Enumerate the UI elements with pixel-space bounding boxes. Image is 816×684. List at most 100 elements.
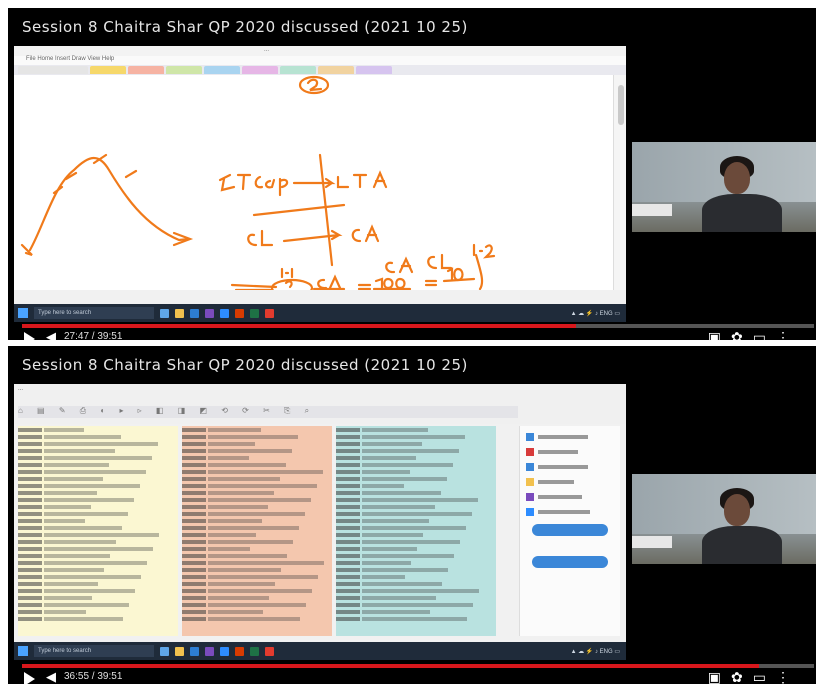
right-controls[interactable]: ▣✿▭⋮ xyxy=(708,329,800,340)
sheet-row[interactable] xyxy=(18,581,178,587)
powerpoint-icon[interactable] xyxy=(235,308,244,318)
edge-icon[interactable] xyxy=(190,308,199,318)
sheet-row[interactable] xyxy=(182,539,332,545)
app-icon[interactable] xyxy=(265,308,274,318)
section-tab[interactable] xyxy=(280,66,316,74)
sheet-row[interactable] xyxy=(336,518,496,524)
sheet-row[interactable] xyxy=(182,511,332,517)
sheet-row[interactable] xyxy=(182,434,332,440)
volume-icon[interactable]: ◀ xyxy=(46,329,56,340)
sheet-row[interactable] xyxy=(18,553,178,559)
progress-bar[interactable] xyxy=(22,324,814,328)
sheet-row[interactable] xyxy=(336,581,496,587)
sheet-row[interactable] xyxy=(18,441,178,447)
settings-icon[interactable]: ✿ xyxy=(731,329,753,340)
sheet-row[interactable] xyxy=(336,595,496,601)
sheet-row[interactable] xyxy=(182,602,332,608)
sheet-row[interactable] xyxy=(18,616,178,622)
sheet-row[interactable] xyxy=(18,448,178,454)
sheet-row[interactable] xyxy=(336,539,496,545)
sheet-row[interactable] xyxy=(336,602,496,608)
sheet-row[interactable] xyxy=(182,532,332,538)
sheet-row[interactable] xyxy=(182,567,332,573)
onenote-icon[interactable] xyxy=(205,646,214,656)
section-tab[interactable] xyxy=(242,66,278,74)
handwriting-canvas[interactable] xyxy=(14,75,614,290)
sheet-row[interactable] xyxy=(182,581,332,587)
sheet-row[interactable] xyxy=(182,441,332,447)
sheet-row[interactable] xyxy=(182,469,332,475)
sheet-row[interactable] xyxy=(182,560,332,566)
sheet-row[interactable] xyxy=(182,462,332,468)
file-explorer-icon[interactable] xyxy=(175,646,184,656)
taskview-icon[interactable] xyxy=(160,308,169,318)
app-icon[interactable] xyxy=(265,646,274,656)
taskbar-search[interactable]: Type here to search xyxy=(34,645,154,657)
zoom-icon[interactable] xyxy=(220,308,229,318)
sheet-row[interactable] xyxy=(336,497,496,503)
sheet-row[interactable] xyxy=(336,441,496,447)
sheet-row[interactable] xyxy=(182,427,332,433)
sheet-row[interactable] xyxy=(18,497,178,503)
sheet-row[interactable] xyxy=(18,469,178,475)
settings-icon[interactable]: ✿ xyxy=(731,669,753,684)
sheet-row[interactable] xyxy=(336,553,496,559)
windows-start-icon[interactable] xyxy=(18,308,28,318)
sheet-row[interactable] xyxy=(18,483,178,489)
sheet-row[interactable] xyxy=(336,469,496,475)
sheet-row[interactable] xyxy=(182,609,332,615)
section-tab[interactable] xyxy=(318,66,354,74)
sheet-row[interactable] xyxy=(336,609,496,615)
video-frame-1[interactable]: Session 8 Chaitra Shar QP 2020 discussed… xyxy=(8,8,816,340)
sheet-row[interactable] xyxy=(182,448,332,454)
sheet-row[interactable] xyxy=(18,427,178,433)
sheet-row[interactable] xyxy=(18,455,178,461)
scrollbar-thumb[interactable] xyxy=(618,85,624,125)
powerpoint-icon[interactable] xyxy=(235,646,244,656)
sheet-row[interactable] xyxy=(18,574,178,580)
sheet-row[interactable] xyxy=(336,476,496,482)
sheet-row[interactable] xyxy=(336,483,496,489)
sheet-row[interactable] xyxy=(18,518,178,524)
section-tab[interactable] xyxy=(128,66,164,74)
onenote-icon[interactable] xyxy=(205,308,214,318)
sheet-row[interactable] xyxy=(336,427,496,433)
taskbar-search[interactable]: Type here to search xyxy=(34,307,154,319)
sheet-row[interactable] xyxy=(18,602,178,608)
sheet-row[interactable] xyxy=(336,546,496,552)
sheet-row[interactable] xyxy=(336,490,496,496)
sheet-row[interactable] xyxy=(18,476,178,482)
sheet-row[interactable] xyxy=(336,462,496,468)
sheet-row[interactable] xyxy=(336,532,496,538)
sheet-row[interactable] xyxy=(336,504,496,510)
sheet-row[interactable] xyxy=(336,434,496,440)
sheet-row[interactable] xyxy=(18,567,178,573)
sheet-row[interactable] xyxy=(18,609,178,615)
sheet-row[interactable] xyxy=(336,616,496,622)
sheet-row[interactable] xyxy=(336,560,496,566)
progress-bar[interactable] xyxy=(22,664,814,668)
sheet-row[interactable] xyxy=(182,497,332,503)
fullscreen-icon[interactable]: ⋮ xyxy=(776,669,800,684)
sheet-row[interactable] xyxy=(336,455,496,461)
zoom-icon[interactable] xyxy=(220,646,229,656)
section-tab[interactable] xyxy=(204,66,240,74)
sheet-row[interactable] xyxy=(182,518,332,524)
right-controls[interactable]: ▣✿▭⋮ xyxy=(708,669,800,684)
section-tab[interactable] xyxy=(356,66,392,74)
sheet-row[interactable] xyxy=(336,448,496,454)
video-frame-2[interactable]: Session 8 Chaitra Shar QP 2020 discussed… xyxy=(8,346,816,684)
sheet-row[interactable] xyxy=(182,595,332,601)
taskview-icon[interactable] xyxy=(160,646,169,656)
sheet-row[interactable] xyxy=(336,574,496,580)
excel-icon[interactable] xyxy=(250,646,259,656)
sheet-row[interactable] xyxy=(336,588,496,594)
sheet-row[interactable] xyxy=(18,560,178,566)
toolbar-icons[interactable]: ⌂ ▤ ✎ ⎙ ◐ ▸ ▹ ◧ ◨ ◩ ⟲ ⟳ ✂ ⎘ ⌕ xyxy=(18,406,518,418)
sheet-row[interactable] xyxy=(182,476,332,482)
file-explorer-icon[interactable] xyxy=(175,308,184,318)
sheet-row[interactable] xyxy=(18,490,178,496)
sheet-row[interactable] xyxy=(18,525,178,531)
sheet-row[interactable] xyxy=(18,504,178,510)
sheet-row[interactable] xyxy=(182,455,332,461)
